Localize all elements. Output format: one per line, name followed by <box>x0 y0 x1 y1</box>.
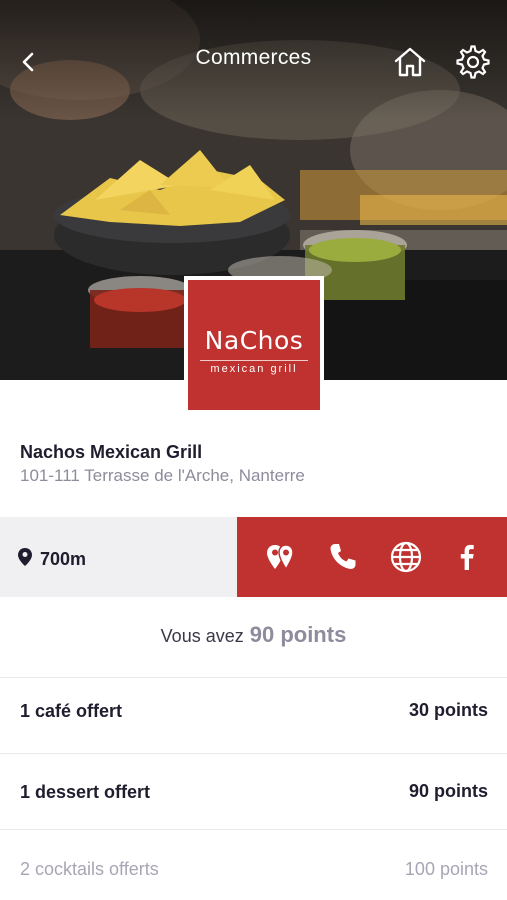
facebook-button[interactable] <box>449 539 485 575</box>
map-pin-icon <box>18 548 32 566</box>
points-summary: Vous avez 90 points <box>0 622 507 648</box>
phone-icon <box>330 544 356 569</box>
directions-button[interactable] <box>263 539 299 575</box>
shop-name: Nachos Mexican Grill <box>20 442 203 462</box>
action-bar: 700m <box>0 517 507 597</box>
reward-label: 2 cocktails offerts <box>20 859 159 879</box>
settings-button[interactable] <box>455 44 491 80</box>
reward-item[interactable]: 2 cocktails offerts 100 points <box>0 830 507 900</box>
reward-label: 1 café offert <box>20 701 123 721</box>
contact-actions <box>237 517 507 597</box>
reward-points: 30 points <box>408 700 488 720</box>
logo-wordmark: NaChos <box>204 326 304 355</box>
map-markers-icon <box>267 544 294 571</box>
distance-value: 700m <box>40 549 87 569</box>
reward-item[interactable]: 1 dessert offert 90 points <box>0 754 507 830</box>
points-value: 90 points <box>249 622 347 647</box>
reward-item[interactable]: 1 café offert 30 points <box>0 678 507 754</box>
logo-subtitle: mexican grill <box>200 360 308 375</box>
website-button[interactable] <box>388 539 424 575</box>
home-button[interactable] <box>392 44 428 80</box>
logo-background: NaChos mexican grill <box>188 280 320 410</box>
reward-label: 1 dessert offert <box>20 782 151 802</box>
home-icon <box>394 47 426 77</box>
points-prefix: Vous avez <box>160 626 244 646</box>
shop-address: 101-111 Terrasse de l'Arche, Nanterre <box>20 466 305 485</box>
reward-points: 100 points <box>404 859 488 879</box>
distance-panel: 700m <box>0 517 237 597</box>
reward-points: 90 points <box>408 781 488 801</box>
globe-icon <box>390 541 422 573</box>
page-title: Commerces <box>195 46 312 69</box>
facebook-icon <box>460 544 474 570</box>
call-button[interactable] <box>325 539 361 575</box>
shop-logo: NaChos mexican grill <box>184 276 324 414</box>
gear-icon <box>456 45 490 79</box>
